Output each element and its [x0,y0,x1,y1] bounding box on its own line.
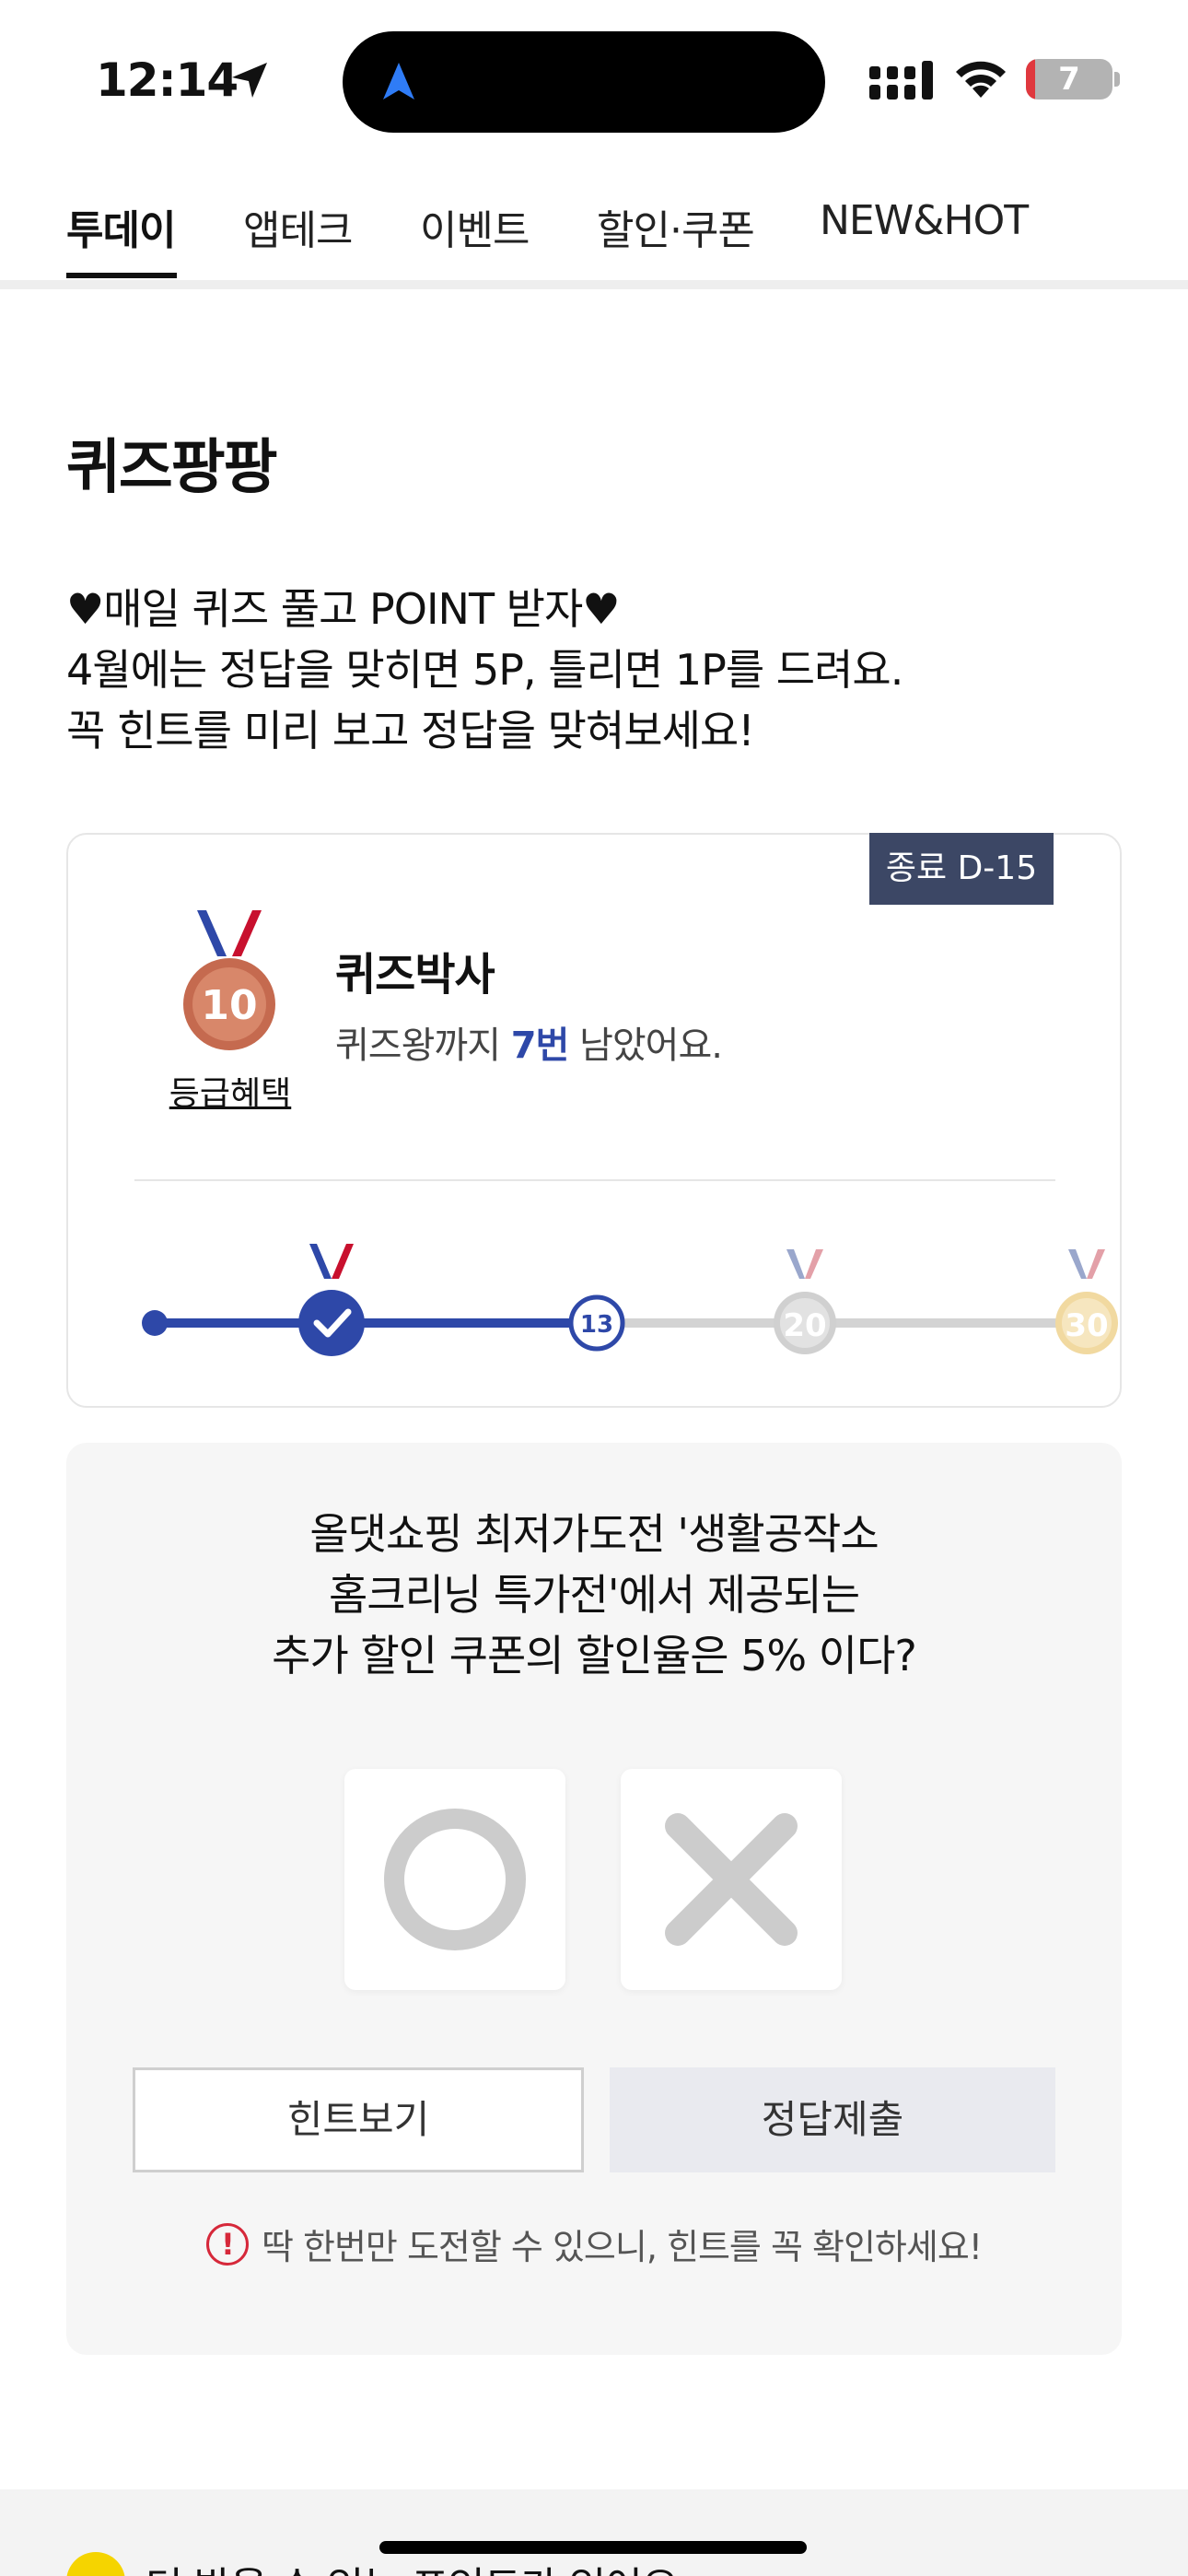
intro-text: ♥매일 퀴즈 풀고 POINT 받자♥ 4월에는 정답을 맞히면 5P, 틀리면… [66,579,903,761]
battery-level: 7 [1058,61,1080,98]
navigation-icon [383,63,414,100]
wifi-icon [956,61,1006,98]
intro-line: ♥매일 퀴즈 풀고 POINT 받자♥ [66,584,621,634]
warning-icon: ! [205,2222,249,2266]
coin-icon [66,2552,125,2576]
chevron-right-icon: › [1085,2563,1101,2576]
tab-discount-coupon[interactable]: 할인·쿠폰 [597,197,755,256]
milestone-30-icon: 30 [1055,1249,1118,1354]
circle-o-icon [384,1809,526,1950]
milestone-10-icon [298,1244,365,1356]
home-indicator [379,2541,807,2554]
dynamic-island [343,31,825,133]
status-time: 12:14 [96,53,239,107]
remain-count: 7번 [510,1025,570,1067]
level-name: 퀴즈박사 [335,949,495,1001]
milestone-20-icon: 20 [774,1249,836,1354]
intro-line: 꼭 힌트를 미리 보고 정답을 맞혀보세요! [66,706,755,755]
deadline-badge: 종료 D-15 [869,833,1054,905]
tab-event[interactable]: 이벤트 [420,197,530,256]
medal-number: 10 [201,982,257,1029]
bronze-medal-icon: 10 [183,910,275,1050]
quiz-box: 올댓쇼핑 최저가도전 '생활공작소 홈크리닝 특가전'에서 제공되는 추가 할인… [66,1443,1122,2355]
points-banner-text: 더 받을 수 있는 포인트가 있어요 [146,2554,679,2576]
tab-new-hot[interactable]: NEW&HOT [820,197,1029,244]
top-tabs: 투데이 앱테크 이벤트 할인·쿠폰 NEW&HOT [0,184,1188,280]
level-progress-bar: 13 20 30 [142,1244,1118,1356]
quiz-question: 올댓쇼핑 최저가도전 '생활공작소 홈크리닝 특가전'에서 제공되는 추가 할인… [272,1509,917,1680]
level-remain-text: 퀴즈왕까지 7번 남았어요. [335,1025,723,1067]
answer-x-button[interactable] [621,1769,842,1990]
status-bar: 12:14 7 [0,0,1188,157]
current-position-marker: 13 [568,1294,625,1352]
grade-benefit-link[interactable]: 등급혜택 [147,1067,313,1115]
card-divider [134,1179,1055,1181]
answer-o-button[interactable] [344,1769,565,1990]
notice: ! 딱 한번만 도전할 수 있으니, 힌트를 꼭 확인하세요! [66,2219,1122,2269]
active-tab-indicator [66,273,177,278]
hint-button[interactable]: 힌트보기 [133,2067,584,2172]
progress-start-dot [142,1310,168,1336]
milestone-20-label: 20 [783,1307,826,1344]
location-arrow-icon [232,63,267,98]
points-banner[interactable]: 더 받을 수 있는 포인트가 있어요 › [0,2489,1188,2576]
level-card: 종료 D-15 10 등급혜택 퀴즈박사 퀴즈왕까지 7번 남았어요. 13 2… [66,833,1122,1408]
tab-apptech[interactable]: 앱테크 [243,197,353,256]
battery-icon: 7 [1026,59,1112,100]
intro-line: 4월에는 정답을 맞히면 5P, 틀리면 1P를 드려요. [66,645,903,695]
tab-today[interactable]: 투데이 [66,197,176,256]
cross-x-icon [665,1813,798,1946]
milestone-30-label: 30 [1065,1307,1108,1344]
submit-answer-button[interactable]: 정답제출 [610,2067,1055,2172]
tabs-divider [0,280,1188,289]
cellular-signal-icon [869,61,933,100]
notice-text: 딱 한번만 도전할 수 있으니, 힌트를 꼭 확인하세요! [261,2227,983,2267]
page-title: 퀴즈팡팡 [66,434,278,502]
current-count: 13 [580,1311,613,1339]
